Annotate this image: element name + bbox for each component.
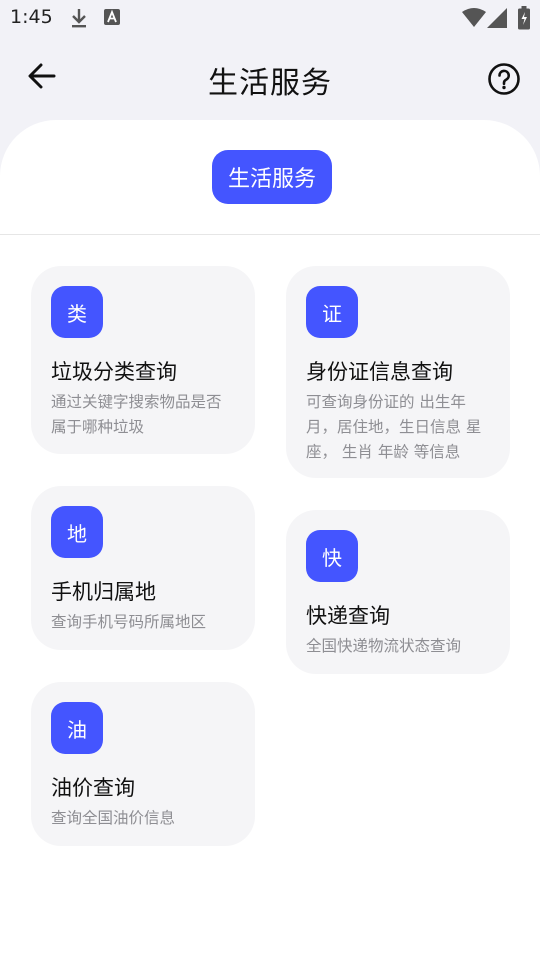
- divider: [0, 234, 540, 235]
- card-title: 垃圾分类查询: [51, 360, 177, 384]
- question-circle-icon: [487, 63, 521, 100]
- card-description: 通过关键字搜索物品是否属于哪种垃圾: [51, 393, 222, 436]
- card-title: 快递查询: [306, 604, 390, 628]
- service-card-garbage-sorting[interactable]: 类 垃圾分类查询 通过关键字搜索物品是否属于哪种垃圾: [31, 266, 255, 454]
- category-badge: 油: [51, 702, 103, 754]
- category-badge: 类: [51, 286, 103, 338]
- service-card-id-card-lookup[interactable]: 证 身份证信息查询 可查询身份证的 出生年月，居住地，生日信息 星座， 生肖 年…: [286, 266, 510, 478]
- download-icon: [70, 7, 88, 33]
- tab-life-services[interactable]: 生活服务: [212, 150, 332, 204]
- help-button[interactable]: [487, 62, 521, 96]
- card-description: 查询手机号码所属地区: [51, 613, 207, 631]
- category-badge: 快: [306, 530, 358, 582]
- service-card-phone-location[interactable]: 地 手机归属地 查询手机号码所属地区: [31, 486, 255, 650]
- card-title: 手机归属地: [51, 580, 156, 604]
- page-title: 生活服务: [208, 66, 332, 101]
- service-card-oil-price[interactable]: 油 油价查询 查询全国油价信息: [31, 682, 255, 846]
- category-badge: 地: [51, 506, 103, 558]
- wifi-icon: [462, 8, 486, 32]
- card-title: 油价查询: [51, 776, 135, 800]
- status-time: 1:45: [10, 6, 53, 28]
- card-title: 身份证信息查询: [306, 360, 453, 384]
- signal-icon: [486, 7, 508, 33]
- battery-icon: [518, 6, 530, 34]
- content-sheet: 生活服务 类 垃圾分类查询 通过关键字搜索物品是否属于哪种垃圾 证 身份证信息查…: [0, 120, 540, 960]
- status-bar: 1:45: [0, 0, 540, 36]
- app-header: 生活服务: [0, 40, 540, 120]
- card-description: 可查询身份证的 出生年月，居住地，生日信息 星座， 生肖 年龄 等信息: [306, 393, 482, 461]
- card-description: 全国快递物流状态查询: [306, 637, 462, 655]
- category-badge: 证: [306, 286, 358, 338]
- service-card-express-tracking[interactable]: 快 快递查询 全国快递物流状态查询: [286, 510, 510, 674]
- card-description: 查询全国油价信息: [51, 809, 176, 827]
- accessibility-app-icon: [103, 7, 121, 31]
